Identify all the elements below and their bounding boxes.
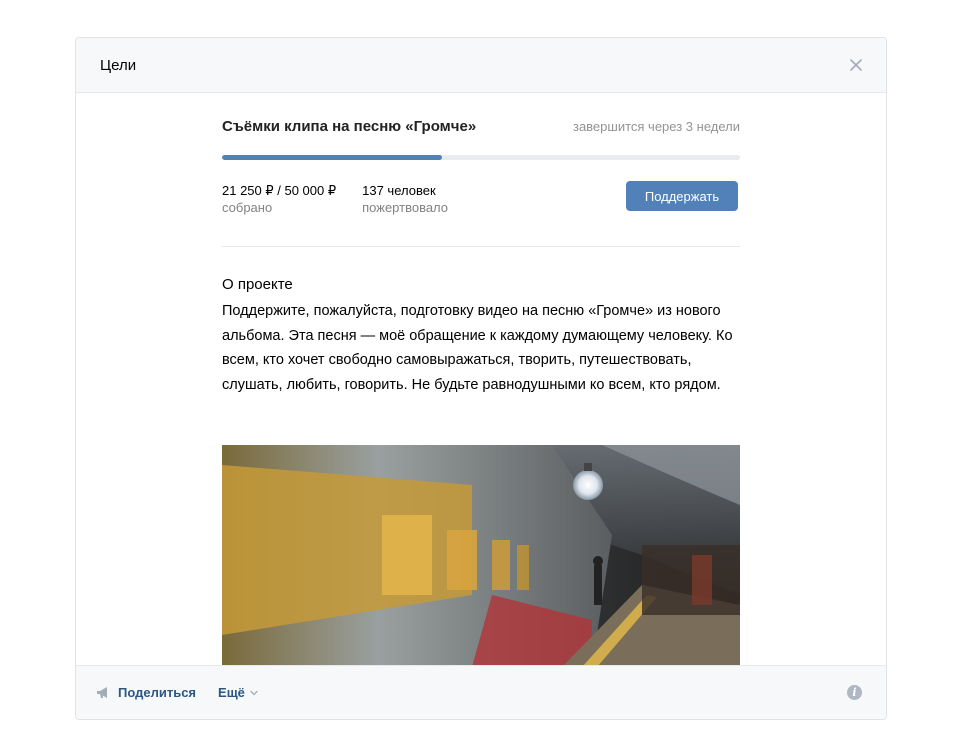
goal-deadline: завершится через 3 недели <box>572 119 740 134</box>
subway-photo-image <box>222 445 740 667</box>
collected-value: 21 250 ₽ / 50 000 ₽ <box>222 183 337 198</box>
divider <box>222 246 740 247</box>
chevron-down-icon <box>250 690 258 696</box>
donors-value: 137 человек <box>362 183 436 198</box>
goal-title-row: Съёмки клипа на песню «Громче» завершитс… <box>222 118 740 135</box>
donors-stat: 137 человек пожертвовало <box>362 182 448 216</box>
progress-fill <box>222 155 443 160</box>
project-photo <box>222 445 740 667</box>
goal-title: Съёмки клипа на песню «Громче» <box>222 118 477 135</box>
goal-content: Съёмки клипа на песню «Громче» завершитс… <box>222 94 740 667</box>
info-icon[interactable]: i <box>847 685 862 700</box>
about-text: Поддержите, пожалуйста, подготовку видео… <box>222 303 733 393</box>
modal-footer: Поделиться Ещё i <box>76 665 886 719</box>
donors-label: пожертвовало <box>362 200 449 215</box>
collected-label: собрано <box>222 200 273 215</box>
support-button[interactable]: Поддержать <box>626 181 738 211</box>
modal-header: Цели <box>76 38 886 93</box>
more-label: Ещё <box>218 685 245 700</box>
share-label: Поделиться <box>118 685 197 700</box>
about-title: О проекте <box>222 276 293 293</box>
modal-title: Цели <box>100 56 137 74</box>
megaphone-icon <box>96 686 112 699</box>
close-icon[interactable] <box>846 55 866 75</box>
stats-row: 21 250 ₽ / 50 000 ₽ собрано 137 человек … <box>222 181 740 216</box>
share-button[interactable]: Поделиться <box>96 685 196 700</box>
progress-bar <box>222 155 740 160</box>
collected-stat: 21 250 ₽ / 50 000 ₽ собрано <box>222 182 336 216</box>
more-menu[interactable]: Ещё <box>218 685 258 700</box>
goals-modal: Цели Съёмки клипа на песню «Громче» заве… <box>75 37 887 720</box>
